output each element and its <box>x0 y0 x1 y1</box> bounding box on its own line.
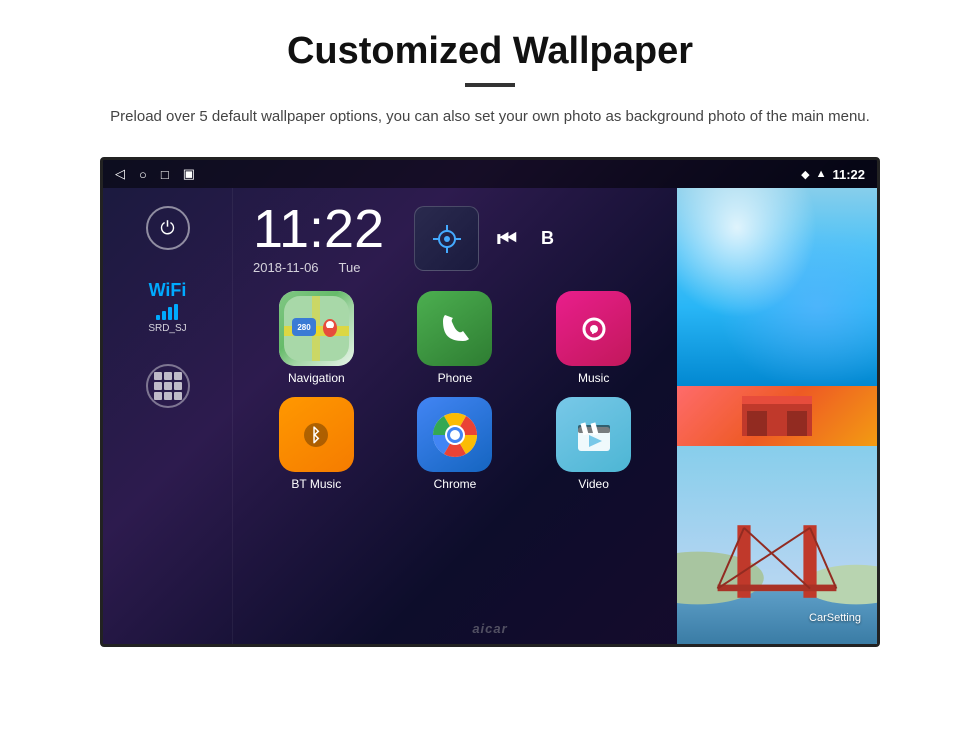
signal-app-icon[interactable] <box>414 206 479 271</box>
main-content: ⏻ WiFi SRD_SJ <box>103 188 877 644</box>
center-area: 11:22 2018-11-06 Tue <box>233 188 677 644</box>
chrome-label: Chrome <box>434 477 477 491</box>
antenna-icon <box>429 221 465 257</box>
left-sidebar: ⏻ WiFi SRD_SJ <box>103 188 233 644</box>
clock-date-row: 2018-11-06 Tue <box>253 260 360 275</box>
clock-day: Tue <box>339 260 361 275</box>
apps-grid-button[interactable] <box>146 364 190 408</box>
android-screen: ◁ ○ □ ▣ ◆ ▲ 11:22 ⏻ WiFi <box>100 157 880 647</box>
chrome-icon <box>417 397 492 472</box>
music-icon: ♪ <box>556 291 631 366</box>
right-photos-panel: CarSetting <box>677 188 877 644</box>
map-svg: 280 <box>284 296 349 361</box>
wifi-label: WiFi <box>149 280 187 301</box>
glacier-photo <box>677 188 877 386</box>
music-label: Music <box>578 371 609 385</box>
btmusic-icon: ᛒ <box>279 397 354 472</box>
wifi-widget: WiFi SRD_SJ <box>148 280 186 334</box>
watermark: aicar <box>472 621 507 636</box>
wifi-network-name: SRD_SJ <box>148 323 186 334</box>
chrome-svg <box>429 409 481 461</box>
page-title: Customized Wallpaper <box>287 30 693 73</box>
clock-display: 11:22 2018-11-06 Tue <box>253 202 384 275</box>
video-label: Video <box>578 477 608 491</box>
wifi-bar-3 <box>168 307 172 320</box>
btmusic-label: BT Music <box>291 477 341 491</box>
page-description: Preload over 5 default wallpaper options… <box>110 105 870 129</box>
phone-label: Phone <box>438 371 473 385</box>
power-icon: ⏻ <box>160 218 174 239</box>
wifi-bars <box>156 304 178 320</box>
status-bar-right: ◆ ▲ 11:22 <box>801 167 865 182</box>
recent-nav-icon: □ <box>161 167 169 182</box>
video-app[interactable]: Video <box>530 397 657 491</box>
wifi-bar-4 <box>174 304 178 320</box>
wifi-icon: ▲ <box>816 168 827 180</box>
back-nav-icon: ◁ <box>115 166 125 182</box>
btmusic-app[interactable]: ᛒ BT Music <box>253 397 380 491</box>
status-time: 11:22 <box>832 167 865 182</box>
app-grid: 280 Navigation <box>243 291 667 491</box>
status-bar-nav-icons: ◁ ○ □ ▣ <box>115 166 195 182</box>
btmusic-svg: ᛒ <box>296 415 336 455</box>
location-icon: ◆ <box>801 168 809 181</box>
svg-text:ᛒ: ᛒ <box>311 425 322 445</box>
music-app[interactable]: ♪ Music <box>530 291 657 385</box>
b-label: B <box>535 228 560 249</box>
mid-photo-art <box>737 391 817 441</box>
navigation-icon: 280 <box>279 291 354 366</box>
title-divider <box>465 83 515 87</box>
music-svg: ♪ <box>573 308 615 350</box>
clock-time: 11:22 <box>253 202 384 256</box>
wifi-bar-2 <box>162 311 166 320</box>
wifi-bar-1 <box>156 315 160 320</box>
mid-photo <box>677 386 877 446</box>
phone-app[interactable]: Phone <box>392 291 519 385</box>
video-svg <box>572 413 616 457</box>
carsetting-label: CarSetting <box>809 612 861 624</box>
top-icons: ⏮ B <box>414 206 560 271</box>
svg-text:♪: ♪ <box>590 321 597 337</box>
navigation-label: Navigation <box>288 371 345 385</box>
phone-svg <box>435 309 475 349</box>
power-button[interactable]: ⏻ <box>146 206 190 250</box>
navigation-app[interactable]: 280 Navigation <box>253 291 380 385</box>
status-bar: ◁ ○ □ ▣ ◆ ▲ 11:22 <box>103 160 877 188</box>
chrome-app[interactable]: Chrome <box>392 397 519 491</box>
home-nav-icon: ○ <box>139 167 147 182</box>
k-label: ⏮ <box>491 226 523 252</box>
apps-grid-icon <box>154 372 182 400</box>
glacier-art <box>677 188 877 386</box>
clock-date: 2018-11-06 <box>253 260 319 275</box>
screenshot-nav-icon: ▣ <box>183 166 195 182</box>
clock-section: 11:22 2018-11-06 Tue <box>243 202 667 275</box>
video-icon <box>556 397 631 472</box>
svg-text:280: 280 <box>297 323 311 332</box>
phone-icon <box>417 291 492 366</box>
